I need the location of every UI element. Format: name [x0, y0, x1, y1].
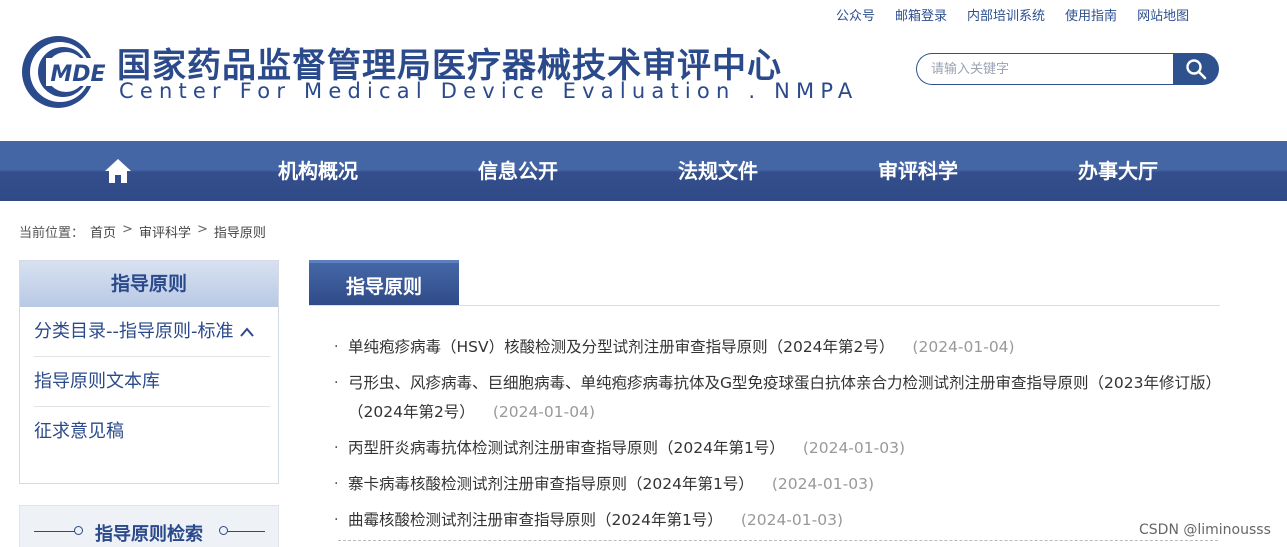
watermark: CSDN @liminousss — [1139, 522, 1271, 538]
nav-item-review-science[interactable]: 审评科学 — [878, 141, 958, 201]
list-item[interactable]: · 寨卡病毒核酸检测试剂注册审查指导原则（2024年第1号） (2024-01-0… — [334, 470, 1214, 499]
bullet: · — [334, 476, 339, 492]
top-link-sitemap[interactable]: 网站地图 — [1137, 5, 1189, 24]
sidebar-item-label: 征求意见稿 — [34, 421, 124, 442]
article-date: (2024-01-03) — [740, 511, 843, 529]
bullet: · — [334, 339, 339, 355]
sidebar: 指导原则 分类目录--指导原则-标准 指导原则文本库 征求意见稿 — [19, 260, 279, 484]
sidebar-item-label: 分类目录--指导原则-标准 — [34, 320, 234, 342]
breadcrumb: 当前位置： 首页 > 审评科学 > 指导原则 — [19, 222, 266, 241]
article-title: 弓形虫、风疹病毒、巨细胞病毒、单纯疱疹病毒抗体及G型免疫球蛋白抗体亲合力检测试剂… — [348, 374, 1214, 421]
search-input[interactable] — [916, 53, 1173, 85]
breadcrumb-separator: > — [196, 222, 208, 237]
guideline-search-panel: 指导原则检索 — [19, 505, 279, 547]
sidebar-item-drafts-for-comment[interactable]: 征求意见稿 — [34, 407, 270, 457]
sidebar-item-category-catalog[interactable]: 分类目录--指导原则-标准 — [34, 307, 270, 357]
site-title-en: Center For Medical Device Evaluation . N… — [119, 79, 859, 103]
article-title: 单纯疱疹病毒（HSV）核酸检测及分型试剂注册审查指导原则（2024年第2号） — [348, 338, 895, 356]
breadcrumb-label: 当前位置： — [19, 226, 85, 241]
page: 公众号 邮箱登录 内部培训系统 使用指南 网站地图 MDE 国家药品监督管理局医… — [0, 0, 1287, 547]
divider-line — [227, 531, 265, 532]
article-date: (2024-01-04) — [912, 338, 1015, 356]
tab-underline — [309, 305, 1220, 306]
article-title: 曲霉核酸检测试剂注册审查指导原则（2024年第1号） — [348, 511, 723, 529]
search-icon — [1186, 59, 1207, 80]
list-item[interactable]: · 曲霉核酸检测试剂注册审查指导原则（2024年第1号） (2024-01-03) — [334, 506, 1214, 535]
breadcrumb-home[interactable]: 首页 — [90, 222, 116, 241]
list-divider — [338, 540, 1218, 541]
article-list: · 单纯疱疹病毒（HSV）核酸检测及分型试剂注册审查指导原则（2024年第2号）… — [334, 333, 1214, 542]
bullet: · — [334, 512, 339, 528]
nav-home[interactable] — [104, 158, 132, 184]
breadcrumb-current: 指导原则 — [213, 226, 266, 241]
sidebar-title: 指导原则 — [20, 261, 278, 307]
list-item[interactable]: · 弓形虫、风疹病毒、巨细胞病毒、单纯疱疹病毒抗体及G型免疫球蛋白抗体亲合力检测… — [334, 369, 1214, 427]
search-button[interactable] — [1173, 53, 1219, 85]
tab-guidelines[interactable]: 指导原则 — [309, 260, 459, 305]
top-links: 公众号 邮箱登录 内部培训系统 使用指南 网站地图 — [836, 5, 1189, 24]
top-link-wechat[interactable]: 公众号 — [836, 5, 875, 24]
top-link-user-guide[interactable]: 使用指南 — [1065, 5, 1117, 24]
sidebar-item-text-library[interactable]: 指导原则文本库 — [34, 357, 270, 407]
top-link-email-login[interactable]: 邮箱登录 — [895, 5, 947, 24]
breadcrumb-separator: > — [122, 222, 133, 237]
svg-text:MDE: MDE — [50, 62, 105, 87]
chevron-up-icon — [240, 326, 255, 337]
article-title: 丙型肝炎病毒抗体检测试剂注册审查指导原则（2024年第1号） — [348, 439, 785, 457]
mde-logo[interactable]: MDE — [20, 34, 112, 110]
article-date: (2024-01-03) — [802, 439, 905, 457]
breadcrumb-review-science[interactable]: 审评科学 — [139, 222, 191, 241]
nav-item-info-disclosure[interactable]: 信息公开 — [478, 141, 558, 201]
sidebar-list: 分类目录--指导原则-标准 指导原则文本库 征求意见稿 — [20, 307, 278, 457]
home-icon — [105, 159, 131, 183]
nav-item-about[interactable]: 机构概况 — [278, 141, 358, 201]
bullet: · — [334, 375, 339, 391]
article-date: (2024-01-04) — [492, 403, 595, 421]
list-item[interactable]: · 单纯疱疹病毒（HSV）核酸检测及分型试剂注册审查指导原则（2024年第2号）… — [334, 333, 1214, 362]
article-date: (2024-01-03) — [771, 475, 874, 493]
sidebar-item-label: 指导原则文本库 — [34, 370, 160, 392]
main-nav: 机构概况 信息公开 法规文件 审评科学 办事大厅 — [0, 141, 1287, 201]
list-item[interactable]: · 丙型肝炎病毒抗体检测试剂注册审查指导原则（2024年第1号） (2024-01… — [334, 434, 1214, 463]
search-box — [916, 53, 1219, 85]
top-link-training-system[interactable]: 内部培训系统 — [967, 5, 1045, 24]
nav-item-regulations[interactable]: 法规文件 — [678, 141, 758, 201]
bullet: · — [334, 440, 339, 456]
article-title: 寨卡病毒核酸检测试剂注册审查指导原则（2024年第1号） — [348, 475, 754, 493]
guideline-search-title: 指导原则检索 — [95, 524, 203, 545]
nav-item-service-hall[interactable]: 办事大厅 — [1078, 141, 1158, 201]
